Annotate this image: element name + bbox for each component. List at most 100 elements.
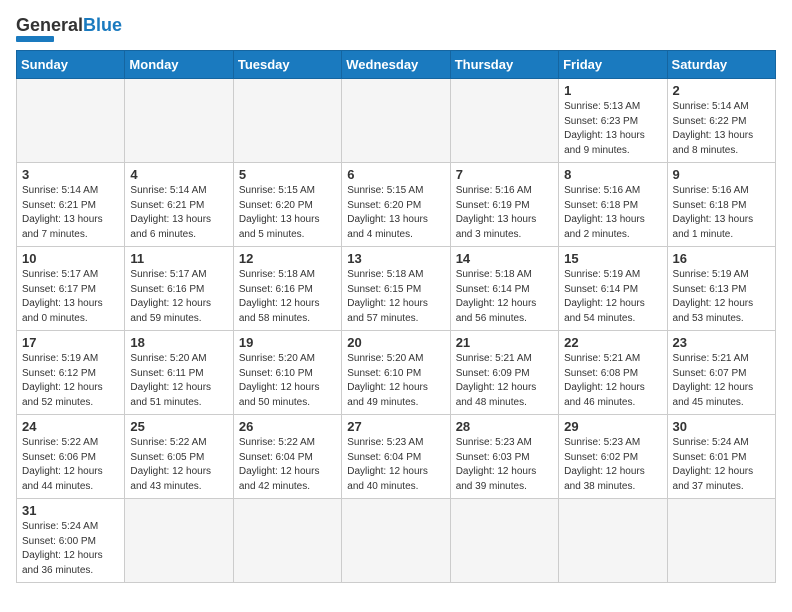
calendar-week-row: 31Sunrise: 5:24 AM Sunset: 6:00 PM Dayli… — [17, 499, 776, 583]
calendar-cell: 13 Sunrise: 5:18 AM Sunset: 6:15 PM Dayli… — [342, 247, 450, 331]
calendar-cell — [450, 79, 558, 163]
day-info: Sunrise: 5:18 AM Sunset: 6:14 PM Dayligh… — [456, 268, 553, 326]
day-info: Sunrise: 5:21 AM Sunset: 6:08 PM Dayligh… — [564, 352, 661, 410]
day-number: 20 — [347, 335, 444, 350]
day-info: Sunrise: 5:14 AM Sunset: 6:22 PM Dayligh… — [673, 100, 770, 158]
day-number: 23 — [673, 335, 770, 350]
day-info: Sunrise: 5:22 AM Sunset: 6:05 PM Dayligh… — [130, 436, 227, 494]
calendar-cell: 17Sunrise: 5:19 AM Sunset: 6:12 PM Dayli… — [17, 331, 125, 415]
calendar-cell — [125, 79, 233, 163]
day-info: Sunrise: 5:18 AM Sunset: 6:16 PM Dayligh… — [239, 268, 336, 326]
day-number: 12 — [239, 251, 336, 266]
calendar-cell: 28 Sunrise: 5:23 AM Sunset: 6:03 PM Dayli… — [450, 415, 558, 499]
calendar-cell: 18Sunrise: 5:20 AM Sunset: 6:11 PM Dayli… — [125, 331, 233, 415]
day-number: 25 — [130, 419, 227, 434]
calendar-week-row: 1 Sunrise: 5:13 AM Sunset: 6:23 PM Daylig… — [17, 79, 776, 163]
day-number: 13 — [347, 251, 444, 266]
calendar-week-row: 3 Sunrise: 5:14 AM Sunset: 6:21 PM Daylig… — [17, 163, 776, 247]
day-info: Sunrise: 5:19 AM Sunset: 6:13 PM Dayligh… — [673, 268, 770, 326]
day-number: 26 — [239, 419, 336, 434]
calendar-cell: 16Sunrise: 5:19 AM Sunset: 6:13 PM Dayli… — [667, 247, 775, 331]
day-info: Sunrise: 5:21 AM Sunset: 6:09 PM Dayligh… — [456, 352, 553, 410]
day-number: 10 — [22, 251, 119, 266]
day-info: Sunrise: 5:22 AM Sunset: 6:04 PM Dayligh… — [239, 436, 336, 494]
calendar-cell: 4Sunrise: 5:14 AM Sunset: 6:21 PM Daylig… — [125, 163, 233, 247]
calendar-cell: 23 Sunrise: 5:21 AM Sunset: 6:07 PM Dayli… — [667, 331, 775, 415]
day-info: Sunrise: 5:17 AM Sunset: 6:17 PM Dayligh… — [22, 268, 119, 326]
calendar-cell: 20 Sunrise: 5:20 AM Sunset: 6:10 PM Dayli… — [342, 331, 450, 415]
calendar-cell: 8Sunrise: 5:16 AM Sunset: 6:18 PM Daylig… — [559, 163, 667, 247]
day-info: Sunrise: 5:16 AM Sunset: 6:18 PM Dayligh… — [564, 184, 661, 242]
calendar-cell: 12 Sunrise: 5:18 AM Sunset: 6:16 PM Dayli… — [233, 247, 341, 331]
day-number: 14 — [456, 251, 553, 266]
calendar-cell — [342, 79, 450, 163]
calendar-cell: 31Sunrise: 5:24 AM Sunset: 6:00 PM Dayli… — [17, 499, 125, 583]
logo-general: General — [16, 16, 83, 34]
logo-blue: Blue — [83, 16, 122, 34]
calendar-cell — [125, 499, 233, 583]
logo: General Blue — [16, 16, 122, 42]
day-info: Sunrise: 5:14 AM Sunset: 6:21 PM Dayligh… — [130, 184, 227, 242]
day-number: 5 — [239, 167, 336, 182]
calendar-cell — [450, 499, 558, 583]
day-info: Sunrise: 5:16 AM Sunset: 6:19 PM Dayligh… — [456, 184, 553, 242]
day-number: 2 — [673, 83, 770, 98]
day-number: 11 — [130, 251, 227, 266]
calendar-cell: 25 Sunrise: 5:22 AM Sunset: 6:05 PM Dayli… — [125, 415, 233, 499]
day-info: Sunrise: 5:20 AM Sunset: 6:10 PM Dayligh… — [239, 352, 336, 410]
calendar-cell: 3 Sunrise: 5:14 AM Sunset: 6:21 PM Daylig… — [17, 163, 125, 247]
calendar-header-row: SundayMondayTuesdayWednesdayThursdayFrid… — [17, 51, 776, 79]
day-info: Sunrise: 5:16 AM Sunset: 6:18 PM Dayligh… — [673, 184, 770, 242]
calendar-header-friday: Friday — [559, 51, 667, 79]
day-number: 1 — [564, 83, 661, 98]
day-info: Sunrise: 5:24 AM Sunset: 6:00 PM Dayligh… — [22, 520, 119, 578]
calendar-cell: 11Sunrise: 5:17 AM Sunset: 6:16 PM Dayli… — [125, 247, 233, 331]
day-number: 29 — [564, 419, 661, 434]
day-number: 24 — [22, 419, 119, 434]
calendar-cell: 26 Sunrise: 5:22 AM Sunset: 6:04 PM Dayli… — [233, 415, 341, 499]
calendar-header-thursday: Thursday — [450, 51, 558, 79]
calendar-cell — [17, 79, 125, 163]
calendar-cell: 19Sunrise: 5:20 AM Sunset: 6:10 PM Dayli… — [233, 331, 341, 415]
calendar-week-row: 10 Sunrise: 5:17 AM Sunset: 6:17 PM Dayli… — [17, 247, 776, 331]
header: General Blue — [16, 16, 776, 42]
day-info: Sunrise: 5:23 AM Sunset: 6:02 PM Dayligh… — [564, 436, 661, 494]
day-number: 3 — [22, 167, 119, 182]
day-info: Sunrise: 5:23 AM Sunset: 6:03 PM Dayligh… — [456, 436, 553, 494]
day-info: Sunrise: 5:23 AM Sunset: 6:04 PM Dayligh… — [347, 436, 444, 494]
calendar-cell: 21Sunrise: 5:21 AM Sunset: 6:09 PM Dayli… — [450, 331, 558, 415]
calendar-cell: 2 Sunrise: 5:14 AM Sunset: 6:22 PM Daylig… — [667, 79, 775, 163]
day-info: Sunrise: 5:18 AM Sunset: 6:15 PM Dayligh… — [347, 268, 444, 326]
day-info: Sunrise: 5:22 AM Sunset: 6:06 PM Dayligh… — [22, 436, 119, 494]
day-info: Sunrise: 5:24 AM Sunset: 6:01 PM Dayligh… — [673, 436, 770, 494]
day-info: Sunrise: 5:14 AM Sunset: 6:21 PM Dayligh… — [22, 184, 119, 242]
calendar-cell: 14 Sunrise: 5:18 AM Sunset: 6:14 PM Dayli… — [450, 247, 558, 331]
day-info: Sunrise: 5:21 AM Sunset: 6:07 PM Dayligh… — [673, 352, 770, 410]
calendar-header-sunday: Sunday — [17, 51, 125, 79]
calendar-cell — [559, 499, 667, 583]
day-info: Sunrise: 5:13 AM Sunset: 6:23 PM Dayligh… — [564, 100, 661, 158]
calendar-cell: 27Sunrise: 5:23 AM Sunset: 6:04 PM Dayli… — [342, 415, 450, 499]
day-number: 15 — [564, 251, 661, 266]
day-info: Sunrise: 5:20 AM Sunset: 6:11 PM Dayligh… — [130, 352, 227, 410]
calendar-cell: 24 Sunrise: 5:22 AM Sunset: 6:06 PM Dayli… — [17, 415, 125, 499]
day-info: Sunrise: 5:15 AM Sunset: 6:20 PM Dayligh… — [347, 184, 444, 242]
day-number: 6 — [347, 167, 444, 182]
calendar-cell: 10 Sunrise: 5:17 AM Sunset: 6:17 PM Dayli… — [17, 247, 125, 331]
calendar-cell: 5Sunrise: 5:15 AM Sunset: 6:20 PM Daylig… — [233, 163, 341, 247]
calendar-header-saturday: Saturday — [667, 51, 775, 79]
calendar-header-tuesday: Tuesday — [233, 51, 341, 79]
calendar-cell — [233, 499, 341, 583]
calendar-cell — [342, 499, 450, 583]
day-info: Sunrise: 5:19 AM Sunset: 6:12 PM Dayligh… — [22, 352, 119, 410]
calendar-cell: 29 Sunrise: 5:23 AM Sunset: 6:02 PM Dayli… — [559, 415, 667, 499]
day-number: 28 — [456, 419, 553, 434]
calendar-cell: 9 Sunrise: 5:16 AM Sunset: 6:18 PM Daylig… — [667, 163, 775, 247]
day-number: 7 — [456, 167, 553, 182]
day-info: Sunrise: 5:20 AM Sunset: 6:10 PM Dayligh… — [347, 352, 444, 410]
calendar-table: SundayMondayTuesdayWednesdayThursdayFrid… — [16, 50, 776, 583]
calendar-cell: 22Sunrise: 5:21 AM Sunset: 6:08 PM Dayli… — [559, 331, 667, 415]
calendar-cell: 15Sunrise: 5:19 AM Sunset: 6:14 PM Dayli… — [559, 247, 667, 331]
calendar-week-row: 24 Sunrise: 5:22 AM Sunset: 6:06 PM Dayli… — [17, 415, 776, 499]
day-number: 9 — [673, 167, 770, 182]
